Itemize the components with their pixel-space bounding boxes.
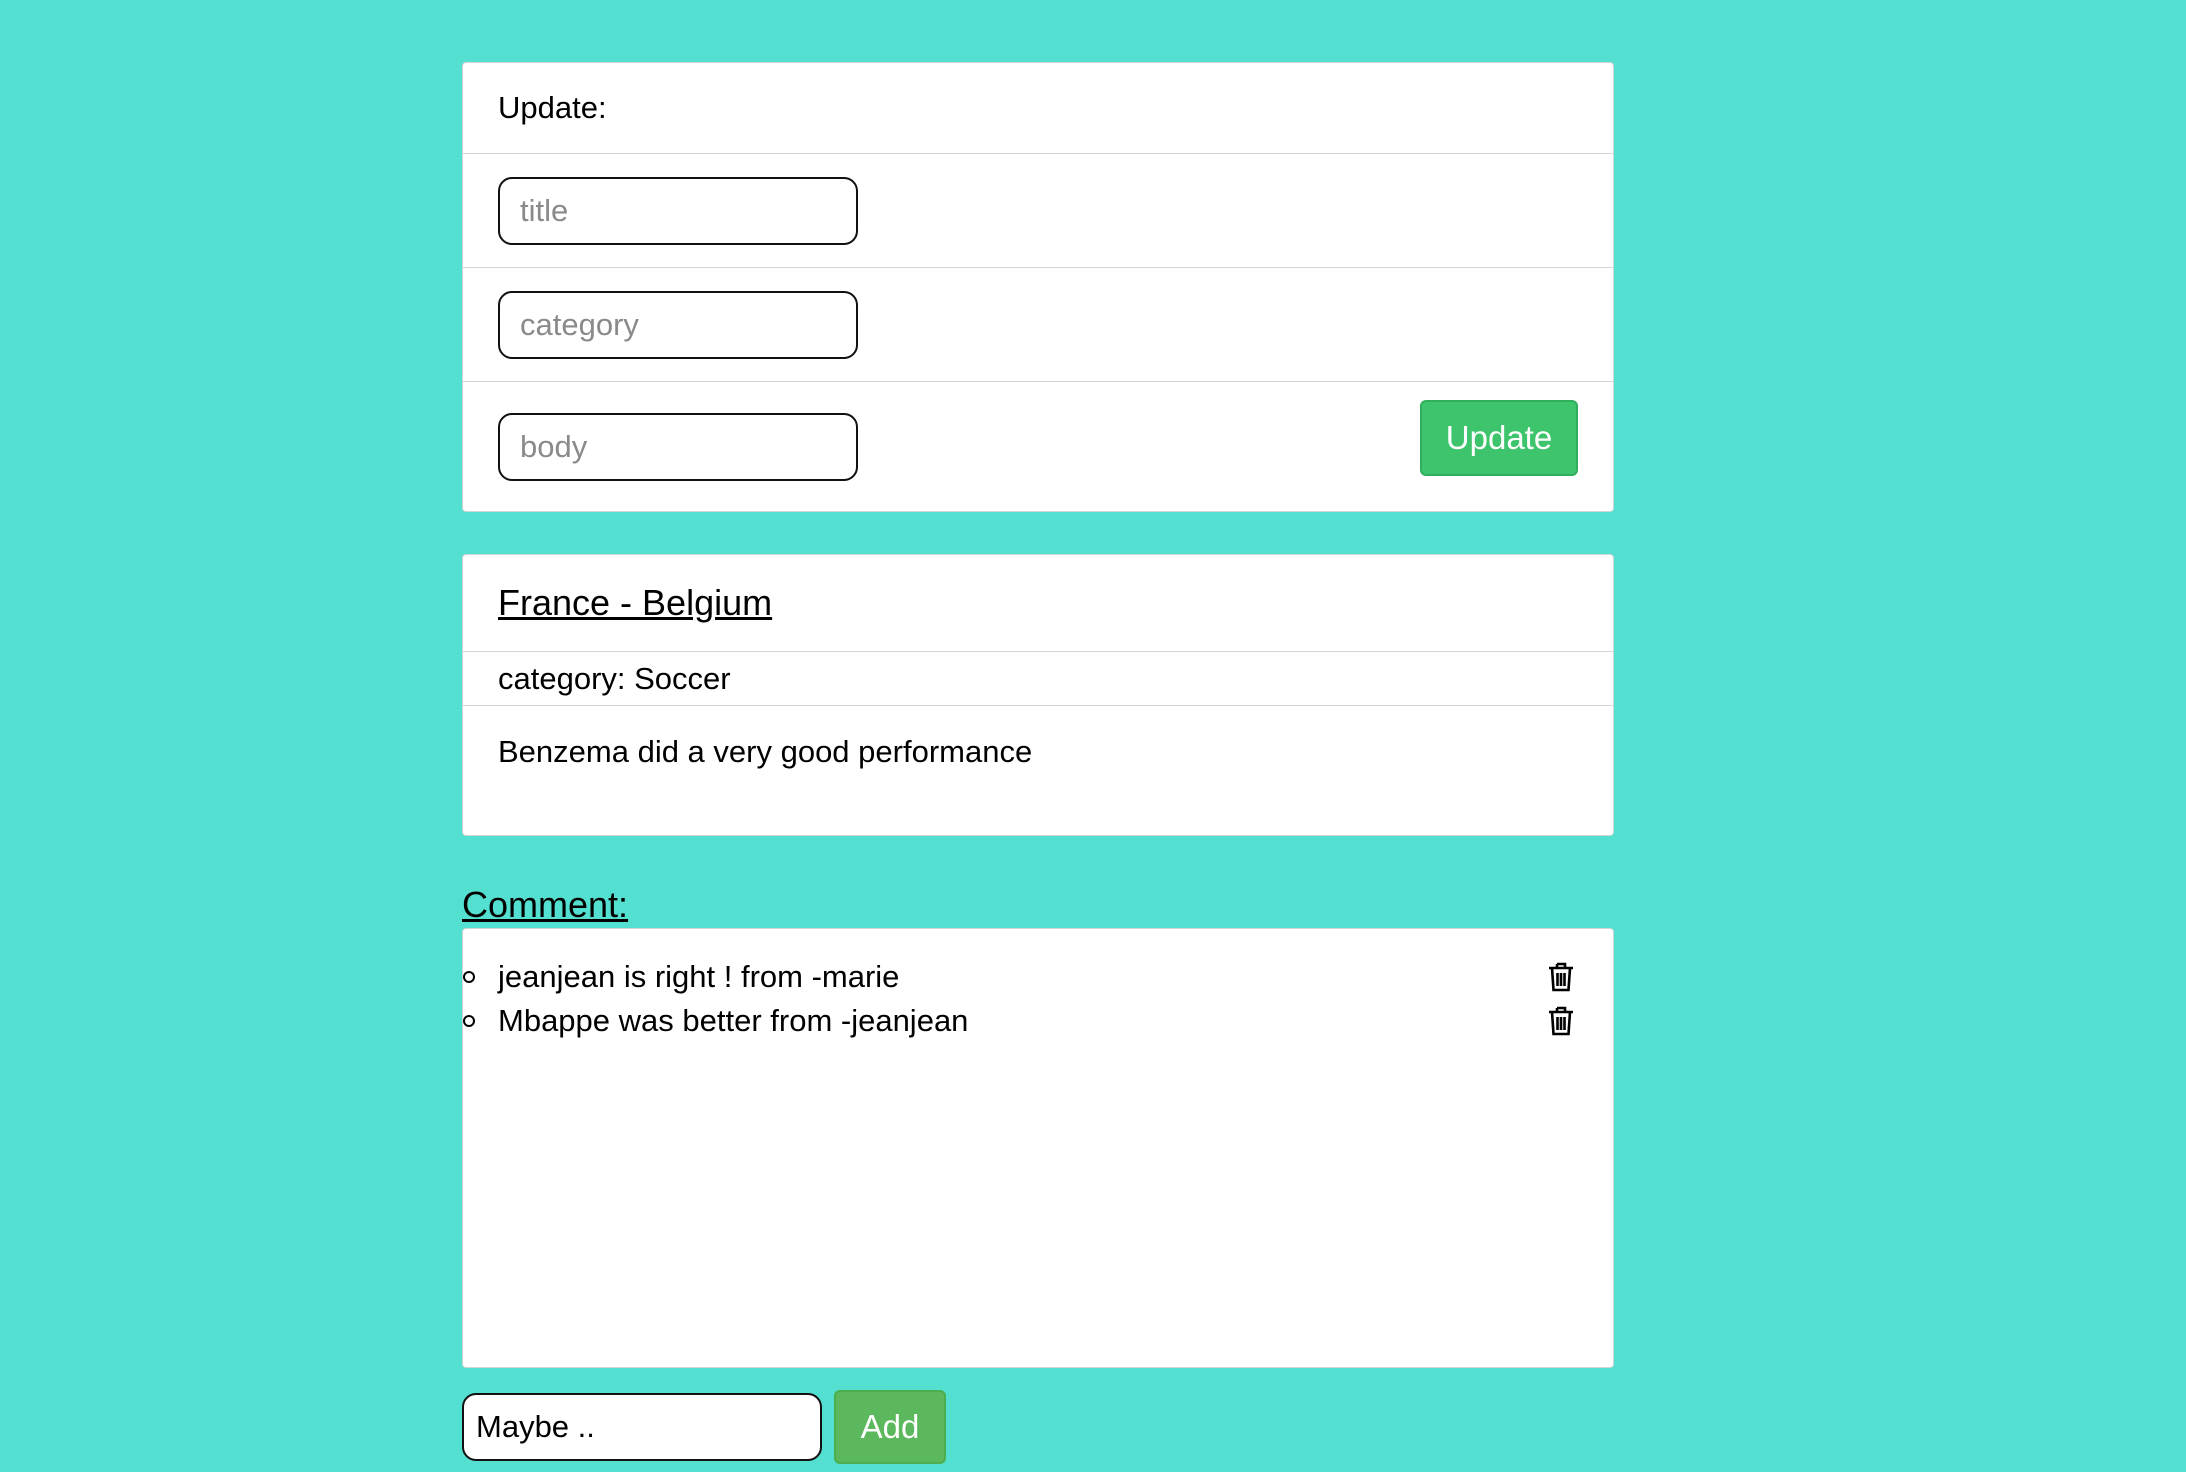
comment-text: Mbappe was better from -jeanjean bbox=[498, 1003, 969, 1038]
trash-icon[interactable] bbox=[1544, 1003, 1578, 1039]
page-container: Update: Update France - Belgium category… bbox=[462, 62, 1614, 1464]
post-card: France - Belgium category: Soccer Benzem… bbox=[462, 554, 1614, 836]
comments-list: jeanjean is right ! from -marie Mbappe w… bbox=[462, 928, 1614, 1368]
add-comment-row: Add bbox=[462, 1390, 1614, 1464]
category-row bbox=[463, 267, 1613, 381]
category-input[interactable] bbox=[498, 290, 858, 359]
comment-item: Mbappe was better from -jeanjean bbox=[463, 999, 1613, 1043]
post-title-row: France - Belgium bbox=[463, 555, 1613, 651]
title-row bbox=[463, 153, 1613, 267]
comment-text: jeanjean is right ! from -marie bbox=[498, 959, 900, 994]
post-title-link[interactable]: France - Belgium bbox=[498, 582, 772, 624]
post-category: category: Soccer bbox=[463, 651, 1613, 705]
body-row: Update bbox=[463, 381, 1613, 511]
bullet-icon bbox=[463, 971, 475, 983]
body-input[interactable] bbox=[498, 412, 858, 481]
update-heading: Update: bbox=[498, 90, 607, 125]
update-card: Update: Update bbox=[462, 62, 1614, 512]
add-comment-button[interactable]: Add bbox=[834, 1390, 946, 1464]
post-body: Benzema did a very good performance bbox=[463, 705, 1613, 835]
comment-item: jeanjean is right ! from -marie bbox=[463, 955, 1613, 999]
update-button[interactable]: Update bbox=[1420, 399, 1578, 476]
bullet-icon bbox=[463, 1015, 475, 1027]
new-comment-input[interactable] bbox=[462, 1393, 822, 1461]
trash-icon[interactable] bbox=[1544, 959, 1578, 995]
title-input[interactable] bbox=[498, 176, 858, 245]
comment-heading: Comment: bbox=[462, 884, 629, 925]
